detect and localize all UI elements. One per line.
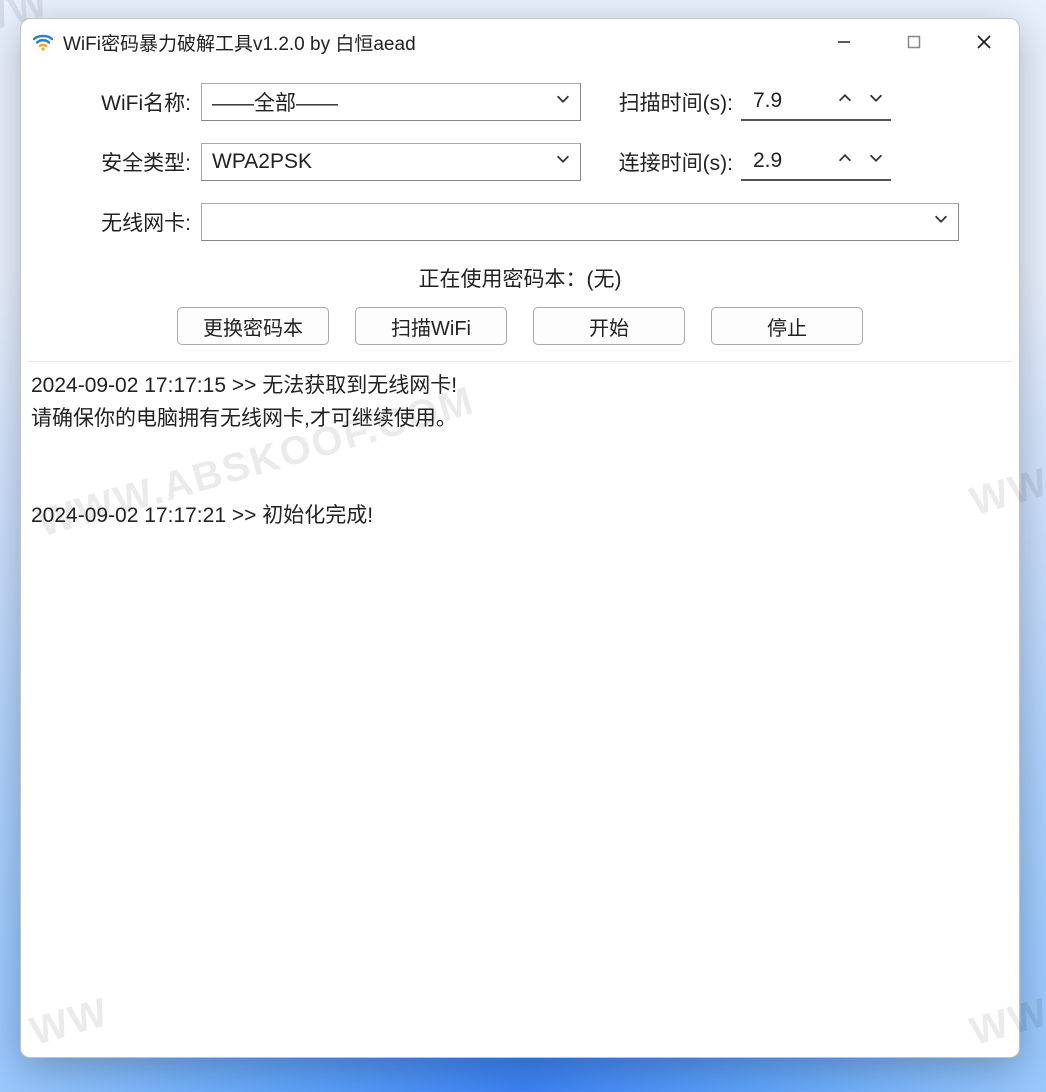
- log-output[interactable]: 2024-09-02 17:17:15 >> 无法获取到无线网卡! 请确保你的电…: [27, 361, 1013, 1051]
- chevron-down-icon: [554, 90, 572, 114]
- app-window: WiFi密码暴力破解工具v1.2.0 by 白恒aead WiFi名称: ——全…: [20, 18, 1020, 1058]
- window-controls: [809, 19, 1019, 65]
- wifi-icon: [31, 30, 55, 54]
- wifi-name-value: ——全部——: [212, 87, 338, 117]
- security-label: 安全类型:: [81, 147, 201, 177]
- wifi-name-label: WiFi名称:: [81, 87, 201, 117]
- close-button[interactable]: [949, 19, 1019, 65]
- change-dictionary-button[interactable]: 更换密码本: [177, 307, 329, 345]
- connect-time-label: 连接时间(s):: [601, 147, 741, 177]
- start-button[interactable]: 开始: [533, 307, 685, 345]
- settings-form: WiFi名称: ——全部—— 扫描时间(s): 7.9: [21, 65, 1019, 361]
- scan-time-value: 7.9: [741, 89, 829, 113]
- security-value: WPA2PSK: [212, 150, 312, 174]
- adapter-select[interactable]: [201, 203, 959, 241]
- dictionary-status: 正在使用密码本：(无): [81, 263, 959, 293]
- adapter-label: 无线网卡:: [81, 207, 201, 237]
- scan-time-label: 扫描时间(s):: [601, 87, 741, 117]
- scan-wifi-button[interactable]: 扫描WiFi: [355, 307, 507, 345]
- chevron-down-icon[interactable]: [867, 149, 885, 173]
- minimize-button[interactable]: [809, 19, 879, 65]
- security-select[interactable]: WPA2PSK: [201, 143, 581, 181]
- chevron-down-icon[interactable]: [867, 89, 885, 113]
- chevron-down-icon: [932, 210, 950, 234]
- action-buttons: 更换密码本 扫描WiFi 开始 停止: [81, 307, 959, 345]
- chevron-up-icon[interactable]: [836, 89, 854, 113]
- maximize-button[interactable]: [879, 19, 949, 65]
- chevron-down-icon: [554, 150, 572, 174]
- titlebar: WiFi密码暴力破解工具v1.2.0 by 白恒aead: [21, 19, 1019, 65]
- window-title: WiFi密码暴力破解工具v1.2.0 by 白恒aead: [63, 29, 416, 56]
- chevron-up-icon[interactable]: [836, 149, 854, 173]
- scan-time-spinner[interactable]: 7.9: [741, 83, 891, 121]
- wifi-name-select[interactable]: ——全部——: [201, 83, 581, 121]
- connect-time-spinner[interactable]: 2.9: [741, 143, 891, 181]
- connect-time-value: 2.9: [741, 149, 829, 173]
- stop-button[interactable]: 停止: [711, 307, 863, 345]
